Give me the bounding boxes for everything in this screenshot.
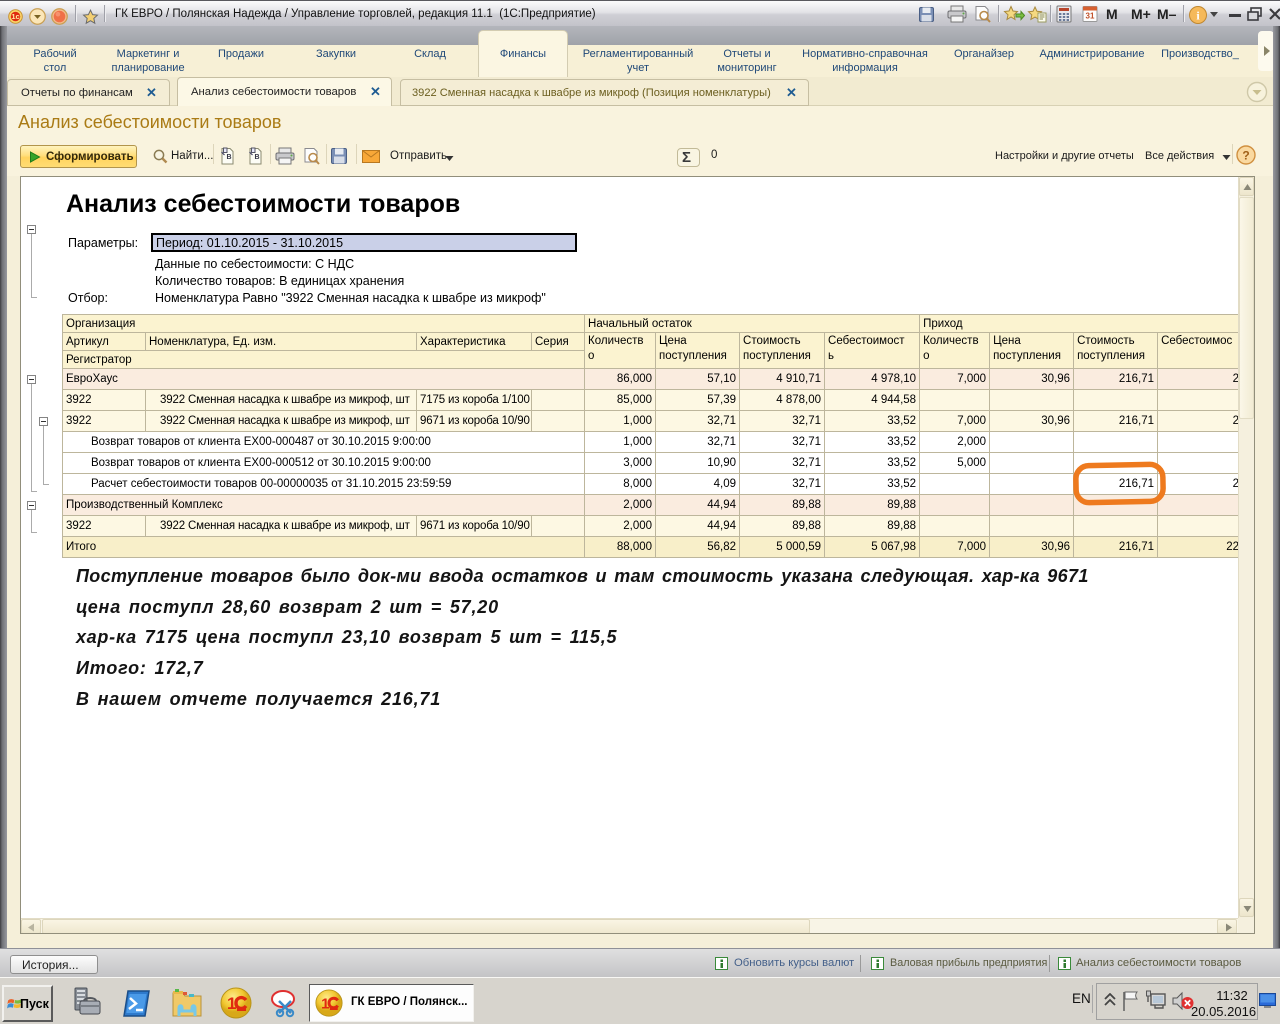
svg-text:1с: 1с bbox=[11, 12, 19, 21]
svg-text:?: ? bbox=[1242, 149, 1249, 163]
svg-text:B: B bbox=[254, 154, 259, 161]
svg-text:31: 31 bbox=[1086, 12, 1095, 21]
svg-text:B: B bbox=[226, 154, 231, 161]
